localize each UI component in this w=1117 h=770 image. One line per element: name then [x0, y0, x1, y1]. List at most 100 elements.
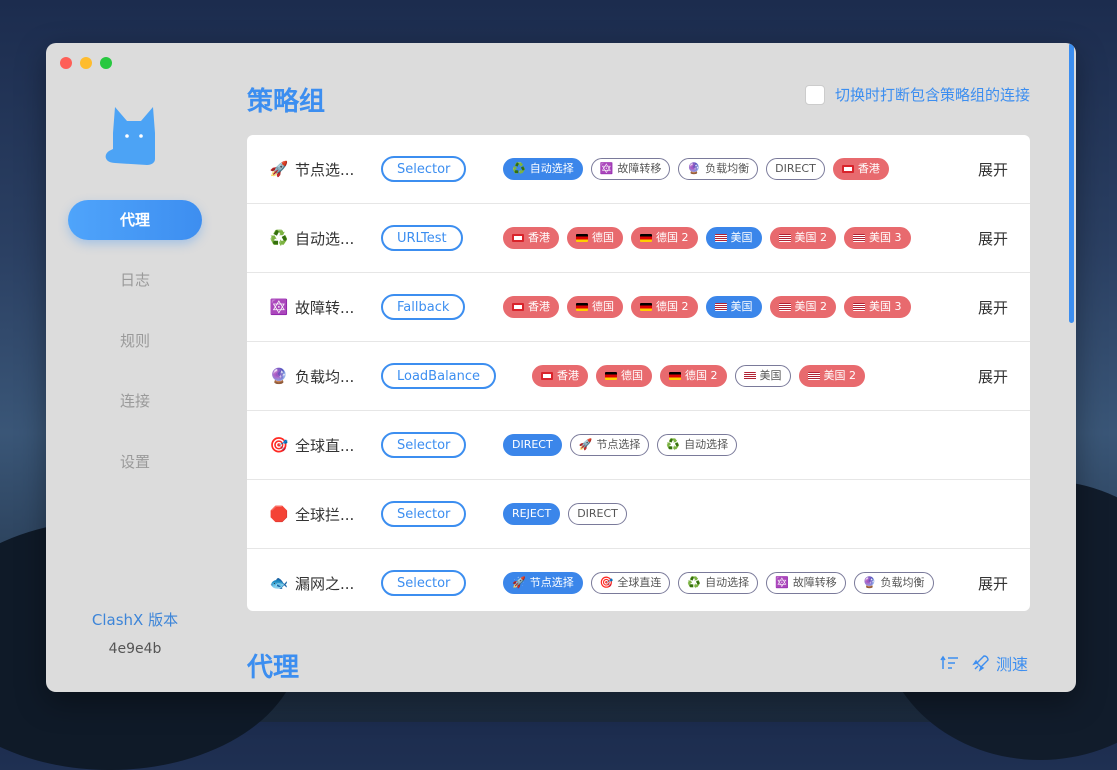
sidebar-item-rules[interactable]: 规则: [68, 321, 202, 361]
chip-label: REJECT: [512, 507, 552, 520]
policy-name-label: 全球拦...: [295, 505, 355, 524]
chip-label: 自动选择: [529, 162, 574, 175]
proxy-chip[interactable]: 香港: [503, 227, 559, 249]
scrollbar[interactable]: [1069, 43, 1074, 323]
proxy-chip[interactable]: 香港: [503, 296, 559, 318]
proxy-chip[interactable]: 🔯 故障转移: [766, 572, 846, 594]
chip-label: 美国: [730, 300, 753, 313]
zoom-button[interactable]: [100, 57, 112, 69]
proxy-chip[interactable]: 🔮 负载均衡: [853, 572, 934, 594]
policy-icon: 🐟: [269, 574, 289, 592]
proxies-title: 代理: [247, 653, 300, 683]
proxy-chip[interactable]: DIRECT: [568, 503, 627, 525]
proxy-chip[interactable]: 美国: [734, 365, 791, 387]
version-value: 4e9e4b: [108, 641, 162, 657]
policy-icon: 🔮: [269, 367, 289, 385]
proxy-chip[interactable]: 香港: [532, 365, 588, 387]
proxy-chip[interactable]: 🔯 故障转移: [590, 158, 671, 180]
proxy-chip-list: 香港 德国 德国 2 美国 美国 2 美国 3: [503, 296, 911, 318]
proxy-chip[interactable]: ♻️ 自动选择: [503, 158, 583, 180]
expand-button[interactable]: 展开: [978, 297, 1008, 318]
policy-row: 🐟 漏网之... Selector 🚀 节点选择 🎯 全球直连 ♻️ 自动选择 🔯 故障转移 🔮 负载均…: [247, 549, 1030, 611]
proxy-chip[interactable]: ♻️ 自动选择: [657, 434, 738, 456]
proxy-chip-list: 香港 德国 德国 2 美国 美国 2: [532, 365, 865, 387]
chip-label: 美国 2: [823, 369, 857, 382]
expand-button[interactable]: 展开: [978, 159, 1008, 180]
policy-type-badge: Selector: [381, 156, 467, 182]
interrupt-toggle[interactable]: 切换时打断包含策略组的连接: [804, 84, 1030, 105]
proxy-chip[interactable]: 德国: [567, 296, 623, 318]
expand-button[interactable]: 展开: [978, 573, 1008, 594]
policy-icon: 🔯: [269, 298, 289, 316]
proxy-chip[interactable]: 美国: [705, 296, 762, 318]
chip-label: 美国: [730, 231, 753, 244]
chip-label: 美国 2: [794, 300, 828, 313]
proxy-chip-list: 🚀 节点选择 🎯 全球直连 ♻️ 自动选择 🔯 故障转移 🔮 负载均衡: [503, 572, 934, 594]
policy-name-label: 漏网之...: [295, 574, 355, 593]
proxy-chip[interactable]: 美国 2: [769, 227, 836, 249]
expand-button[interactable]: 展开: [978, 366, 1008, 387]
minimize-button[interactable]: [80, 57, 92, 69]
proxy-chip[interactable]: REJECT: [503, 503, 561, 525]
interrupt-checkbox[interactable]: [804, 84, 825, 105]
proxy-chip[interactable]: DIRECT: [766, 158, 825, 180]
speed-test-button[interactable]: 测速: [972, 651, 1028, 675]
de-flag-icon: [640, 234, 652, 242]
chip-label: 自动选择: [705, 576, 750, 589]
chip-label: DIRECT: [512, 438, 553, 451]
policy-icon: 🚀: [269, 160, 289, 178]
chip-label: 故障转移: [617, 162, 662, 175]
proxy-chip[interactable]: 德国: [567, 227, 623, 249]
chip-label: 自动选择: [684, 438, 729, 451]
traffic-lights: [60, 57, 112, 69]
de-flag-icon: [576, 234, 588, 242]
proxy-chip[interactable]: 🎯 全球直连: [590, 572, 671, 594]
app-window: 代理 日志 规则 连接 设置 ClashX 版本 4e9e4b 策略组 切换时打…: [46, 43, 1076, 692]
proxy-chip[interactable]: 🔮 负载均衡: [678, 158, 759, 180]
de-flag-icon: [669, 372, 681, 380]
policy-row: ♻️ 自动选... URLTest 香港 德国 德国 2 美国 美国 2 美国 3 展开: [247, 204, 1030, 273]
policy-type-badge: URLTest: [381, 225, 463, 251]
us-flag-icon: [807, 372, 820, 380]
sidebar-item-connections[interactable]: 连接: [68, 381, 202, 421]
interrupt-label: 切换时打断包含策略组的连接: [834, 86, 1030, 104]
chip-emoji-icon: ♻️: [666, 438, 681, 451]
de-flag-icon: [605, 372, 617, 380]
expand-button[interactable]: 展开: [978, 228, 1008, 249]
hk-flag-icon: [512, 303, 524, 311]
de-flag-icon: [640, 303, 652, 311]
speed-test-area: 测速: [940, 651, 1028, 675]
proxy-chip[interactable]: ♻️ 自动选择: [678, 572, 759, 594]
policy-name: 🚀 节点选...: [269, 159, 355, 180]
de-flag-icon: [576, 303, 588, 311]
sort-icon[interactable]: [940, 655, 960, 671]
proxy-chip[interactable]: 德国 2: [660, 365, 727, 387]
proxy-chip[interactable]: 美国 2: [769, 296, 836, 318]
proxy-chip[interactable]: 德国 2: [631, 227, 698, 249]
proxy-chip[interactable]: 美国 3: [844, 296, 911, 318]
us-flag-icon: [778, 234, 791, 242]
sidebar-item-proxy[interactable]: 代理: [68, 200, 202, 240]
proxy-chip[interactable]: 香港: [832, 158, 889, 180]
chip-label: 负载均衡: [705, 162, 750, 175]
proxy-chip[interactable]: 🚀 节点选择: [569, 434, 650, 456]
proxy-chip[interactable]: 美国 2: [798, 365, 865, 387]
policy-type-badge: Selector: [381, 501, 467, 527]
policy-name: 🛑 全球拦...: [269, 504, 355, 525]
close-button[interactable]: [60, 57, 72, 69]
policy-name-label: 节点选...: [295, 160, 355, 179]
us-flag-icon: [853, 303, 865, 311]
chip-label: 德国 2: [685, 369, 718, 382]
proxy-chip-list: 香港 德国 德国 2 美国 美国 2 美国 3: [503, 227, 911, 249]
proxy-chip[interactable]: 美国 3: [844, 227, 911, 249]
policy-icon: 🎯: [269, 436, 289, 454]
proxy-chip[interactable]: DIRECT: [503, 434, 562, 456]
proxy-chip[interactable]: 美国: [705, 227, 762, 249]
proxy-chip[interactable]: 德国: [596, 365, 652, 387]
proxy-chip[interactable]: 🚀 节点选择: [503, 572, 583, 594]
sidebar-item-logs[interactable]: 日志: [68, 260, 202, 300]
clashx-logo-icon: [105, 107, 155, 165]
sidebar-item-settings[interactable]: 设置: [68, 442, 202, 482]
chip-label: 美国: [759, 369, 782, 382]
proxy-chip[interactable]: 德国 2: [631, 296, 698, 318]
